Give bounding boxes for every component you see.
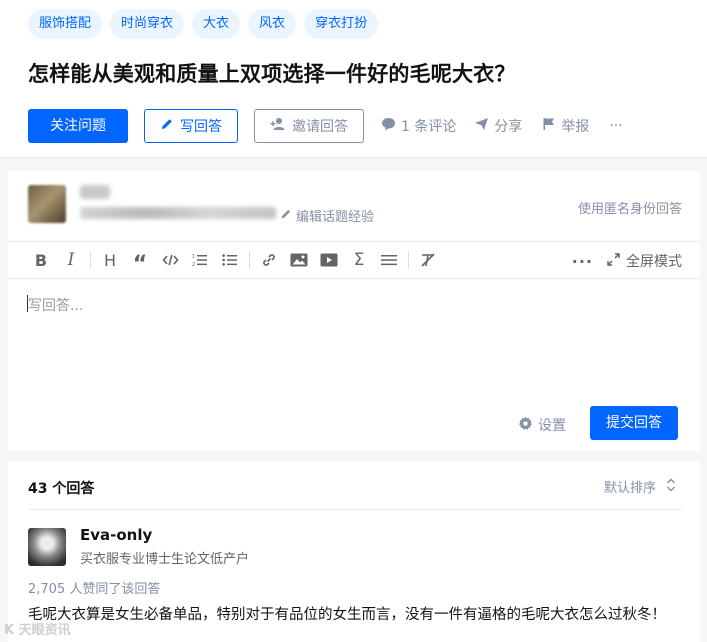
bold-icon[interactable]: B: [26, 245, 56, 275]
fullscreen-button[interactable]: 全屏模式: [607, 251, 682, 271]
question-actions: 关注问题 写回答 邀请回答 1 条评论 分享 举报 ···: [28, 109, 623, 143]
sort-toggle-icon: [666, 478, 676, 496]
avatar[interactable]: [28, 528, 66, 566]
more-tools-icon[interactable]: ···: [572, 252, 593, 271]
comments-label: 1 条评论: [401, 119, 457, 135]
topic-tag[interactable]: 大衣: [192, 9, 241, 39]
share-label: 分享: [494, 119, 523, 135]
comments-button[interactable]: 1 条评论: [381, 116, 456, 136]
flag-icon: [542, 117, 556, 135]
toolbar-divider: [408, 251, 409, 269]
avatar[interactable]: [28, 185, 66, 223]
answer-author-name[interactable]: Eva-only: [80, 526, 152, 544]
watermark: K 天眼资讯: [4, 623, 71, 638]
comment-icon: [381, 117, 396, 135]
share-button[interactable]: 分享: [474, 116, 522, 136]
svg-text:1: 1: [192, 254, 195, 260]
clear-format-icon[interactable]: [413, 245, 443, 275]
report-button[interactable]: 举报: [542, 116, 589, 136]
heading-icon[interactable]: H: [95, 245, 125, 275]
invite-answer-button[interactable]: 邀请回答: [254, 109, 364, 143]
quote-icon[interactable]: “: [125, 245, 155, 277]
follow-question-button[interactable]: 关注问题: [28, 109, 128, 143]
write-answer-button[interactable]: 写回答: [144, 109, 238, 143]
pencil-icon: [280, 208, 292, 224]
answer-list: 43 个回答 默认排序 Eva-only 买衣服专业博士生论文低产户 2,705…: [8, 462, 700, 642]
editor-settings-button[interactable]: 设置: [518, 415, 566, 435]
answer-vote-count: 2,705 人赞同了该回答: [28, 582, 161, 597]
answer-editor: 编辑话题经验 使用匿名身份回答 B I H “ 12 Σ ··· 全屏模式 写回…: [8, 171, 700, 451]
answer-input[interactable]: 写回答...: [28, 295, 83, 315]
submit-answer-button[interactable]: 提交回答: [590, 406, 678, 440]
answer-content[interactable]: 毛呢大衣算是女生必备单品，特别对于有品位的女生而言，没有一件有逼格的毛呢大衣怎么…: [28, 604, 668, 626]
user-bio-blurred: [80, 207, 276, 219]
share-icon: [474, 117, 489, 135]
divider-line-icon[interactable]: [374, 245, 404, 275]
more-actions-button[interactable]: ···: [609, 118, 622, 134]
toolbar-divider: [90, 251, 91, 269]
user-name-blurred: [80, 185, 110, 199]
edit-topic-experience-link[interactable]: 编辑话题经验: [280, 206, 374, 225]
topic-tag[interactable]: 风衣: [248, 9, 297, 39]
topic-tag[interactable]: 穿衣打扮: [304, 9, 379, 39]
answer-count: 43 个回答: [28, 481, 95, 497]
link-icon[interactable]: [254, 245, 284, 275]
expand-icon: [607, 252, 620, 270]
report-label: 举报: [561, 119, 590, 135]
toolbar-right: ··· 全屏模式: [572, 242, 682, 280]
anonymous-answer-link[interactable]: 使用匿名身份回答: [578, 198, 682, 217]
toolbar-divider: [249, 251, 250, 269]
divider: [28, 509, 682, 510]
fullscreen-label: 全屏模式: [626, 254, 682, 270]
add-user-icon: [270, 117, 286, 135]
topic-tag[interactable]: 服饰搭配: [28, 9, 103, 39]
video-icon[interactable]: [314, 245, 344, 275]
sort-dropdown[interactable]: 默认排序: [604, 477, 676, 496]
sort-label: 默认排序: [603, 481, 656, 496]
formula-icon[interactable]: Σ: [344, 245, 374, 275]
code-icon[interactable]: [155, 245, 185, 275]
topic-tags: 服饰搭配 时尚穿衣 大衣 风衣 穿衣打扮: [28, 9, 379, 39]
gear-icon: [518, 416, 533, 435]
image-icon[interactable]: [284, 245, 314, 275]
svg-text:2: 2: [192, 262, 195, 267]
write-answer-label: 写回答: [180, 119, 222, 135]
invite-answer-label: 邀请回答: [292, 119, 348, 135]
answer-author-bio: 买衣服专业博士生论文低产户: [80, 552, 250, 567]
italic-icon[interactable]: I: [56, 245, 86, 275]
settings-label: 设置: [538, 418, 566, 434]
ordered-list-icon[interactable]: 12: [185, 245, 215, 275]
question-header: 服饰搭配 时尚穿衣 大衣 风衣 穿衣打扮 怎样能从美观和质量上双项选择一件好的毛…: [0, 0, 707, 158]
topic-tag[interactable]: 时尚穿衣: [110, 9, 185, 39]
editor-toolbar: B I H “ 12 Σ ··· 全屏模式: [8, 241, 700, 279]
unordered-list-icon[interactable]: [215, 245, 245, 275]
edit-topic-experience-label: 编辑话题经验: [296, 210, 375, 225]
question-title: 怎样能从美观和质量上双项选择一件好的毛呢大衣？: [28, 62, 516, 86]
pencil-icon: [160, 117, 174, 135]
